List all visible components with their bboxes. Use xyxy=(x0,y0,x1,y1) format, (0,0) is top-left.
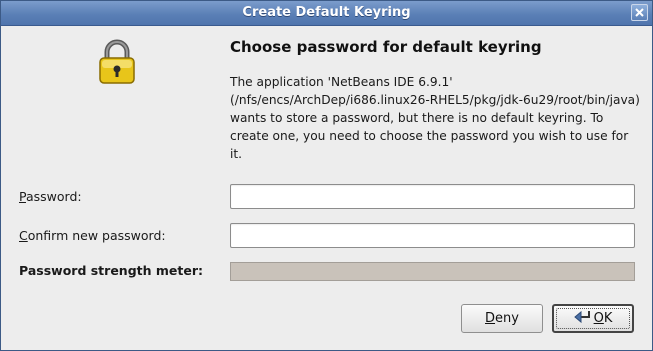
ok-button[interactable]: OK xyxy=(552,304,634,333)
padlock-icon xyxy=(99,39,135,84)
confirm-password-label: Confirm new password: xyxy=(19,228,166,243)
close-button[interactable] xyxy=(631,4,648,21)
deny-label: eny xyxy=(495,311,519,326)
close-icon xyxy=(635,8,644,17)
title-bar[interactable]: Create Default Keyring xyxy=(1,1,652,26)
password-label-mnemonic: P xyxy=(19,189,26,204)
window-title: Create Default Keyring xyxy=(242,5,411,20)
password-label: Password: xyxy=(19,189,82,204)
dialog-heading: Choose password for default keyring xyxy=(230,38,542,56)
deny-mnemonic: D xyxy=(485,311,496,326)
deny-button[interactable]: Deny xyxy=(461,304,543,333)
password-label-text: assword: xyxy=(25,189,82,204)
confirm-label-text: onfirm new password: xyxy=(27,228,166,243)
keyring-dialog-window: Create Default Keyring Choose password f… xyxy=(0,0,653,351)
dialog-description: The application 'NetBeans IDE 6.9.1' (/n… xyxy=(230,75,640,161)
focus-ring xyxy=(556,308,630,329)
strength-meter-label: Password strength meter: xyxy=(19,263,203,278)
confirm-password-input[interactable] xyxy=(230,223,635,248)
password-strength-meter xyxy=(230,262,635,281)
confirm-label-mnemonic: C xyxy=(19,228,28,243)
password-input[interactable] xyxy=(230,184,635,209)
